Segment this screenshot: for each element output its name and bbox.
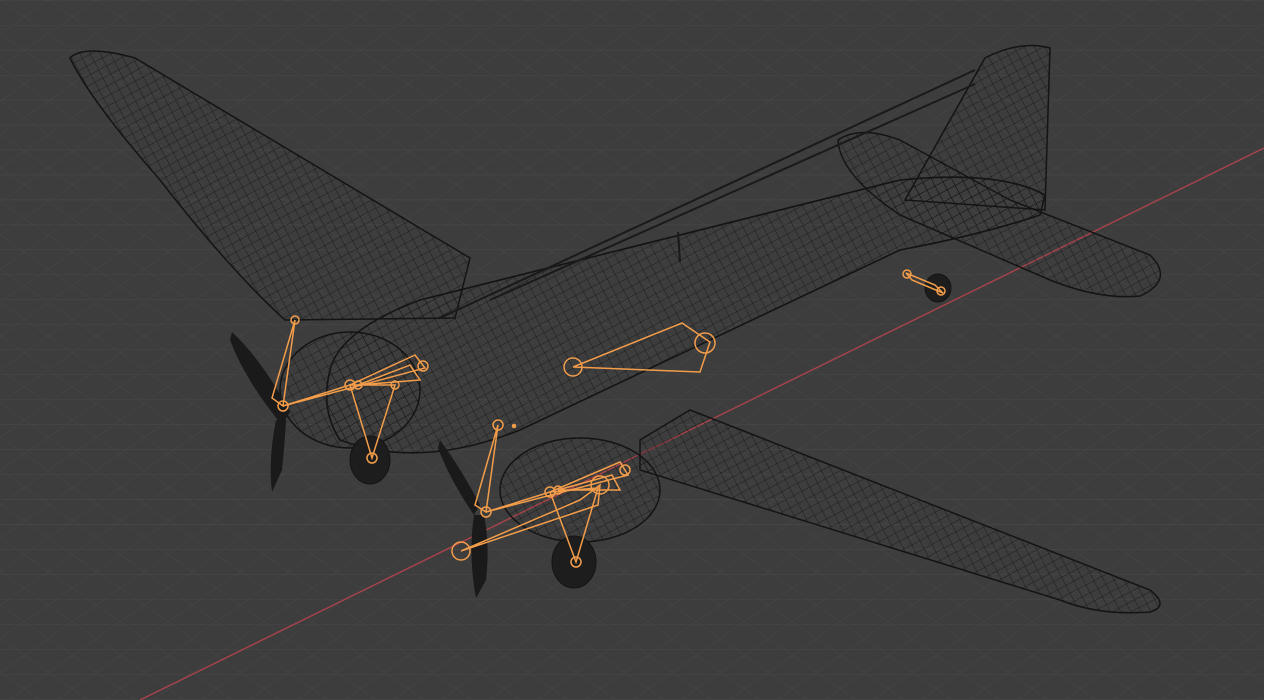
- 3d-viewport[interactable]: [0, 0, 1264, 700]
- bone-joint[interactable]: [511, 423, 517, 429]
- viewport-canvas[interactable]: [0, 0, 1264, 700]
- left-landing-wheel[interactable]: [349, 435, 391, 485]
- right-landing-wheel[interactable]: [551, 535, 597, 589]
